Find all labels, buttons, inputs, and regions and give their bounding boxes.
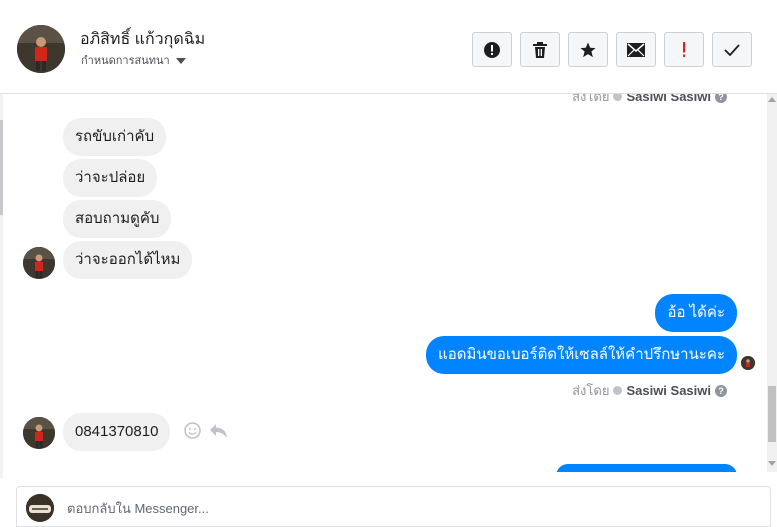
- star-button[interactable]: [568, 32, 608, 67]
- sent-by-prefix: ส่งโดย: [572, 94, 610, 104]
- contact-avatar[interactable]: [17, 25, 65, 73]
- reply-icon[interactable]: [209, 423, 228, 439]
- envelope-icon: [627, 42, 645, 57]
- reply-input[interactable]: [67, 497, 747, 519]
- header-actions: [472, 32, 752, 67]
- conversation-settings-label: กำหนดการสนทนา: [81, 55, 170, 67]
- outgoing-message[interactable]: อ้อ ได้ค่ะ: [655, 294, 737, 332]
- delete-button[interactable]: [520, 32, 560, 67]
- incoming-message[interactable]: สอบถามดูคับ: [63, 200, 172, 238]
- trash-icon: [533, 41, 547, 58]
- star-icon: [580, 42, 596, 57]
- sent-check-icon: [613, 94, 623, 101]
- mark-spam-button[interactable]: [472, 32, 512, 67]
- help-icon[interactable]: ?: [715, 384, 727, 397]
- message-thread: ส่งโดย Sasiwi Sasiwi ? รถขับเก่าคับ ว่าจ…: [0, 94, 767, 472]
- mark-done-button[interactable]: [712, 32, 752, 67]
- page-avatar: [26, 494, 54, 522]
- contact-avatar-small[interactable]: [23, 247, 55, 279]
- sent-by-label: ส่งโดย Sasiwi Sasiwi ?: [572, 380, 727, 401]
- chevron-down-icon: [175, 57, 186, 64]
- reply-composer: [16, 486, 771, 527]
- smiley-icon[interactable]: [184, 422, 201, 439]
- scroll-down-arrow-icon[interactable]: [768, 461, 776, 466]
- sender-name[interactable]: Sasiwi Sasiwi: [626, 383, 711, 398]
- incoming-message[interactable]: 0841370810: [63, 413, 171, 451]
- exclamation-circle-icon: [484, 41, 500, 58]
- outgoing-message-partial[interactable]: [556, 464, 737, 472]
- sender-name[interactable]: Sasiwi Sasiwi: [626, 94, 711, 104]
- scrollbar-thumb[interactable]: [768, 386, 776, 442]
- outgoing-message[interactable]: แอดมินขอเบอร์ติดให้เซลล์ให้คำปรึกษานะคะ: [426, 336, 737, 374]
- sent-check-icon: [613, 386, 623, 395]
- help-icon[interactable]: ?: [715, 94, 727, 103]
- seen-avatar: [741, 356, 755, 370]
- incoming-message[interactable]: ว่าจะปล่อย: [63, 159, 158, 197]
- exclamation-icon: [683, 41, 686, 57]
- check-icon: [724, 43, 740, 56]
- contact-avatar-small[interactable]: [23, 417, 55, 449]
- incoming-message[interactable]: ว่าจะออกได้ไหม: [63, 241, 193, 279]
- email-button[interactable]: [616, 32, 656, 67]
- message-tools: [184, 422, 228, 439]
- conversation-settings-dropdown[interactable]: กำหนดการสนทนา: [81, 51, 186, 69]
- contact-name[interactable]: อภิสิทธิ์ แก้วกุดฉิม: [80, 27, 205, 52]
- conversation-header: อภิสิทธิ์ แก้วกุดฉิม กำหนดการสนทนา: [0, 0, 777, 94]
- scroll-up-arrow-icon[interactable]: [768, 97, 776, 102]
- sent-by-label: ส่งโดย Sasiwi Sasiwi ?: [572, 94, 727, 107]
- mark-important-button[interactable]: [664, 32, 704, 67]
- sent-by-prefix: ส่งโดย: [572, 383, 610, 398]
- incoming-message[interactable]: รถขับเก่าคับ: [63, 118, 167, 156]
